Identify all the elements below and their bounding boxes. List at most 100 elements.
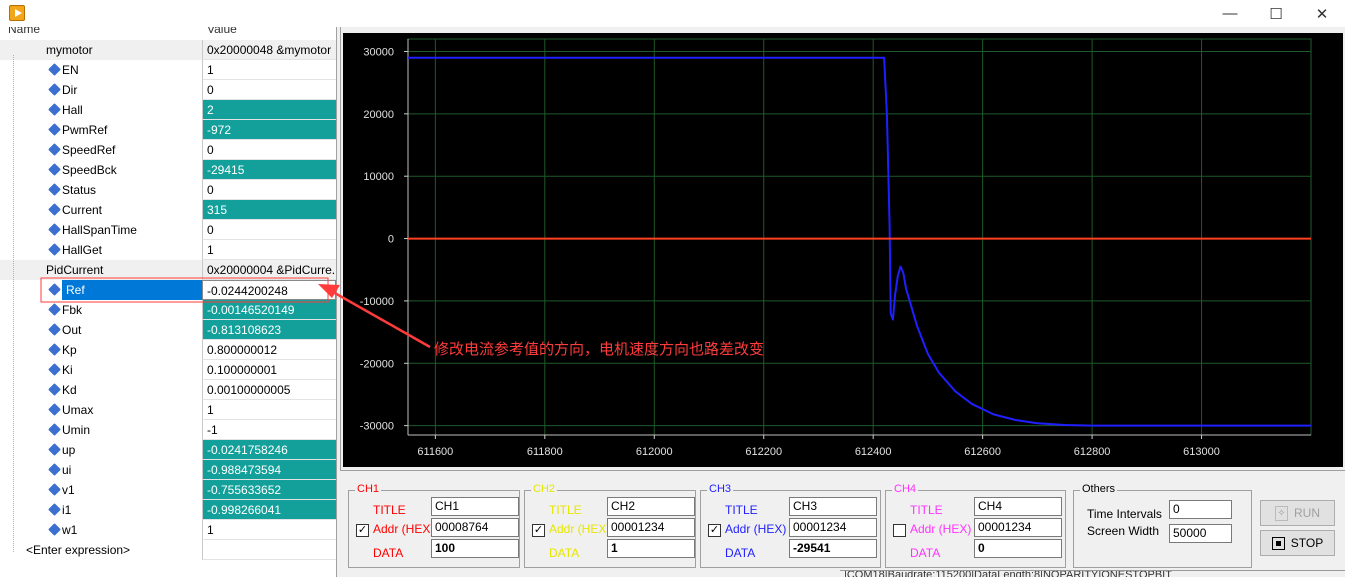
tree-field-row[interactable]: ui -0.988473594 [0, 460, 336, 480]
channel-title-input[interactable]: CH3 [789, 497, 877, 516]
tree-row-value[interactable]: -0.0241758246 [202, 440, 336, 460]
channel-addr-input[interactable]: 00001234 [789, 518, 877, 537]
tree-row-value[interactable]: -1 [202, 420, 336, 440]
channel-enable-checkbox[interactable]: ✓ [356, 524, 369, 537]
tree-group-row[interactable]: −mymotor0x20000048 &mymotor [0, 40, 336, 60]
channel-data-value: 100 [431, 539, 519, 558]
tree-row-value[interactable]: -0.00146520149 [202, 300, 336, 320]
stop-button[interactable]: STOP [1260, 530, 1335, 556]
tree-row-name: i1 [62, 503, 72, 517]
channel-title-input[interactable]: CH1 [431, 497, 519, 516]
channel-enable-checkbox[interactable]: ✓ [708, 524, 721, 537]
enter-expression-row[interactable]: <Enter expression> [0, 540, 336, 560]
tree-field-row[interactable]: up -0.0241758246 [0, 440, 336, 460]
field-icon [48, 523, 61, 536]
tree-row-value[interactable]: 0.100000001 [202, 360, 336, 380]
oscilloscope-plot[interactable]: 611600 611800 612000 612200 612400 612600 6128… [343, 33, 1343, 467]
channel-title-label: TITLE [373, 503, 406, 517]
tree-field-row[interactable]: Hall 2 [0, 100, 336, 120]
channel-addr-input[interactable]: 00001234 [607, 518, 695, 537]
tree-field-row[interactable]: w1 1 [0, 520, 336, 540]
tree-row-value[interactable]: -0.998266041 [202, 500, 336, 520]
tree-field-row[interactable]: SpeedRef 0 [0, 140, 336, 160]
tree-row-value[interactable]: 0.00100000005 [202, 380, 336, 400]
stop-icon [1271, 536, 1285, 550]
tree-row-value[interactable]: 0 [202, 80, 336, 100]
tree-field-row[interactable]: Kd 0.00100000005 [0, 380, 336, 400]
tree-field-row[interactable]: HallSpanTime 0 [0, 220, 336, 240]
tree-row-value[interactable]: 0 [202, 220, 336, 240]
tree-row-value[interactable]: 315 [202, 200, 336, 220]
channel-enable-checkbox[interactable]: ✓ [532, 524, 545, 537]
tree-row-value[interactable]: 2 [202, 100, 336, 120]
tree-row-value[interactable]: 0.800000012 [202, 340, 336, 360]
channel-enable-checkbox[interactable] [893, 524, 906, 537]
tree-field-row[interactable]: Status 0 [0, 180, 336, 200]
tree-field-row[interactable]: Kp 0.800000012 [0, 340, 336, 360]
tree-row-value[interactable]: 0x20000004 &PidCurre... [202, 260, 336, 280]
tree-field-row[interactable]: Ki 0.100000001 [0, 360, 336, 380]
watch-tree-panel: Name Value −mymotor0x20000048 &mymotorEN… [0, 27, 337, 577]
column-header-name[interactable]: Name [8, 27, 40, 36]
channel-panel: CH1 TITLE CH1 ✓ Addr (HEX) 00008764 DATA 100 CH2… [340, 470, 1345, 570]
enter-expression-label[interactable]: <Enter expression> [26, 540, 130, 560]
tree-field-row[interactable]: HallGet 1 [0, 240, 336, 260]
column-header-value[interactable]: Value [207, 27, 237, 36]
channel-group-3: CH3 TITLE CH3 ✓ Addr (HEX) 00001234 DATA -29541 [700, 483, 881, 568]
channel-title-input[interactable]: CH4 [974, 497, 1062, 516]
minimize-button[interactable]: — [1207, 0, 1253, 27]
y-tick-label: -20000 [360, 358, 394, 370]
tree-group-row[interactable]: −PidCurrent0x20000004 &PidCurre... [0, 260, 336, 280]
close-button[interactable]: ✕ [1299, 0, 1345, 27]
run-button[interactable]: ✧ RUN [1260, 500, 1335, 526]
tree-field-row[interactable]: Umax 1 [0, 400, 336, 420]
channel-group-1: CH1 TITLE CH1 ✓ Addr (HEX) 00008764 DATA 100 [348, 483, 520, 568]
tree-row-value[interactable]: -29415 [202, 160, 336, 180]
screen-width-input[interactable]: 50000 [1169, 524, 1232, 543]
tree-row-name: Out [62, 323, 82, 337]
tree-field-row[interactable]: Current 315 [0, 200, 336, 220]
tree-field-row[interactable]: Ref -0.0244200248 [0, 280, 336, 300]
tree-row-value[interactable]: 1 [202, 520, 336, 540]
tree-field-row[interactable]: PwmRef -972 [0, 120, 336, 140]
tree-row-value[interactable]: 0x20000048 &mymotor [202, 40, 336, 60]
x-tick-label: 613000 [1183, 446, 1220, 458]
tree-row-name: SpeedBck [62, 163, 117, 177]
tree-row-value[interactable]: -0.755633652 [202, 480, 336, 500]
field-icon [48, 343, 61, 356]
channel-group-4: CH4 TITLE CH4 Addr (HEX) 00001234 DATA 0 [885, 483, 1066, 568]
tree-field-row[interactable]: i1 -0.998266041 [0, 500, 336, 520]
time-intervals-input[interactable]: 0 [1169, 500, 1232, 519]
field-icon [48, 183, 61, 196]
tree-row-value[interactable]: 1 [202, 400, 336, 420]
tree-field-row[interactable]: SpeedBck -29415 [0, 160, 336, 180]
tree-row-name: SpeedRef [62, 143, 116, 157]
field-icon [48, 383, 61, 396]
tree-row-value[interactable]: -0.988473594 [202, 460, 336, 480]
field-icon [48, 83, 61, 96]
tree-field-row[interactable]: Umin -1 [0, 420, 336, 440]
channel-addr-label: Addr (HEX) [549, 522, 611, 536]
tree-row-value[interactable]: 1 [202, 60, 336, 80]
tree-row-name: Current [62, 203, 103, 217]
tree-field-row[interactable]: Fbk -0.00146520149 [0, 300, 336, 320]
tree-row-value[interactable]: -0.813108623 [202, 320, 336, 340]
tree-row-value[interactable]: 0 [202, 180, 336, 200]
tree-row-value[interactable]: 0 [202, 140, 336, 160]
channel-addr-input[interactable]: 00001234 [974, 518, 1062, 537]
field-icon [48, 483, 61, 496]
maximize-button[interactable]: ☐ [1253, 0, 1299, 27]
tree-row-value[interactable]: -972 [202, 120, 336, 140]
enter-expression-value[interactable] [202, 540, 336, 560]
tree-row-value[interactable]: 1 [202, 240, 336, 260]
tree-field-row[interactable]: Dir 0 [0, 80, 336, 100]
tree-field-row[interactable]: Out -0.813108623 [0, 320, 336, 340]
tree-field-row[interactable]: v1 -0.755633652 [0, 480, 336, 500]
tree-row-value[interactable]: -0.0244200248 [202, 280, 336, 300]
tree-field-row[interactable]: EN 1 [0, 60, 336, 80]
channel-addr-input[interactable]: 00008764 [431, 518, 519, 537]
tree-row-name: Kd [62, 383, 77, 397]
channel-group-2: CH2 TITLE CH2 ✓ Addr (HEX) 00001234 DATA 1 [524, 483, 696, 568]
channel-title-input[interactable]: CH2 [607, 497, 695, 516]
field-icon [48, 323, 61, 336]
